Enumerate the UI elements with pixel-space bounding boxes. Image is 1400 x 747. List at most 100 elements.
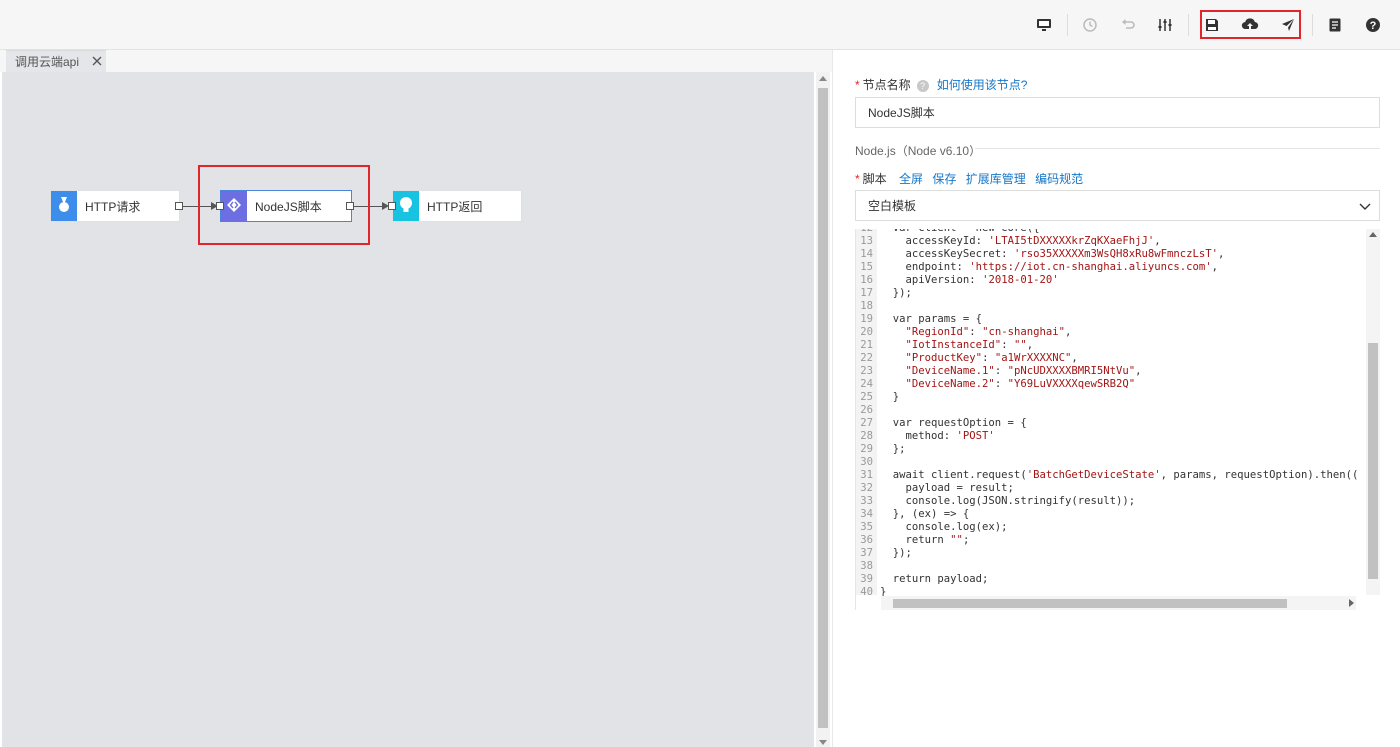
code-text: var client = new Core({	[880, 229, 1040, 234]
editor-vertical-scrollbar[interactable]	[1366, 229, 1380, 595]
code-text: accessKeySecret: 'rso35XXXXXm3WsQH8xRu8w…	[880, 248, 1225, 260]
template-select-value: 空白模板	[868, 199, 917, 213]
medal-icon	[57, 196, 71, 217]
line-number: 35	[860, 521, 873, 533]
fullscreen-link[interactable]: 全屏	[899, 172, 923, 186]
node-icon-bg	[51, 191, 77, 221]
scrollbar-thumb[interactable]	[1368, 343, 1378, 579]
node-highlight-box	[198, 165, 370, 245]
line-number: 18	[860, 300, 873, 312]
node-icon-bg	[393, 191, 419, 221]
required-mark: *	[855, 172, 860, 186]
code-line: 37 });	[856, 547, 1366, 560]
code-text: await client.request('BatchGetDeviceStat…	[880, 469, 1359, 481]
node-label: HTTP返回	[427, 199, 483, 214]
code-text: apiVersion: '2018-01-20'	[880, 274, 1059, 286]
code-line: 31 await client.request('BatchGetDeviceS…	[856, 469, 1366, 482]
send-icon[interactable]	[1277, 14, 1299, 36]
line-number: 26	[860, 404, 873, 416]
tab-label: 调用云端api	[15, 55, 80, 69]
scrollbar-thumb[interactable]	[818, 88, 828, 728]
node-name-label-row: * 节点名称? 如何使用该节点?	[855, 76, 1027, 93]
flow-node-http-request[interactable]: HTTP请求	[50, 190, 180, 222]
svg-text:?: ?	[1370, 20, 1377, 32]
line-number: 32	[860, 482, 873, 494]
node-name-input[interactable]: NodeJS脚本	[855, 97, 1380, 128]
save-link[interactable]: 保存	[932, 172, 956, 186]
line-number: 13	[860, 235, 873, 247]
line-number: 14	[860, 248, 873, 260]
code-line: 29 };	[856, 443, 1366, 456]
code-line: 24 "DeviceName.2": "Y69LuVXXXXqewSRB2Q"	[856, 378, 1366, 391]
scroll-up-icon[interactable]	[819, 76, 827, 81]
save-icon[interactable]	[1201, 14, 1223, 36]
flow-node-http-response[interactable]: HTTP返回	[392, 190, 522, 222]
code-line: 22 "ProductKey": "a1WrXXXXNC",	[856, 352, 1366, 365]
cloud-upload-icon[interactable]	[1239, 14, 1261, 36]
code-text: "DeviceName.1": "pNcUDXXXXBMRI5NtVu",	[905, 365, 1142, 377]
code-line: 23 "DeviceName.1": "pNcUDXXXXBMRI5NtVu",	[856, 365, 1366, 378]
line-number: 19	[860, 313, 873, 325]
code-editor[interactable]: 12 var client = new Core({13 accessKeyId…	[855, 229, 1380, 610]
chevron-down-icon	[1359, 200, 1371, 212]
scroll-right-icon[interactable]	[1349, 599, 1354, 607]
line-number: 28	[860, 430, 873, 442]
scroll-down-icon[interactable]	[819, 740, 827, 745]
code-text: accessKeyId: 'LTAI5tDXXXXXkrZqKXaeFhjJ',	[880, 235, 1161, 247]
template-select[interactable]: 空白模板	[855, 190, 1380, 221]
code-text: console.log(ex);	[880, 521, 1008, 533]
code-text: method: 'POST'	[880, 430, 995, 442]
toolbar-divider	[1067, 14, 1068, 36]
code-line: 33 console.log(JSON.stringify(result));	[856, 495, 1366, 508]
code-text: }	[880, 391, 900, 403]
code-text: "IotInstanceId": "",	[905, 339, 1034, 351]
node-input-port[interactable]	[388, 202, 396, 210]
script-label: 脚本	[862, 172, 887, 186]
code-text: }, (ex) => {	[880, 508, 970, 520]
script-label-row: * 脚本 全屏 保存 扩展库管理 编码规范	[855, 170, 1083, 187]
code-text: return payload;	[880, 573, 989, 585]
node-output-port[interactable]	[175, 202, 183, 210]
editor-horizontal-scrollbar[interactable]	[881, 596, 1356, 610]
code-line: 14 accessKeySecret: 'rso35XXXXXm3WsQH8xR…	[856, 248, 1366, 261]
code-text: console.log(JSON.stringify(result));	[880, 495, 1136, 507]
scrollbar-thumb[interactable]	[893, 599, 1287, 608]
history-icon[interactable]	[1079, 14, 1101, 36]
line-number: 23	[860, 365, 873, 377]
code-line: 25 }	[856, 391, 1366, 404]
code-line: 36 return "";	[856, 534, 1366, 547]
code-text: return "";	[880, 534, 970, 546]
code-line: 32 payload = result;	[856, 482, 1366, 495]
code-line: 17 });	[856, 287, 1366, 300]
library-manage-link[interactable]: 扩展库管理	[966, 172, 1026, 186]
document-icon[interactable]	[1324, 14, 1346, 36]
code-line: 28 method: 'POST'	[856, 430, 1366, 443]
code-lines: 12 var client = new Core({13 accessKeyId…	[856, 229, 1366, 598]
help-icon[interactable]: ?	[1362, 14, 1384, 36]
settings-sliders-icon[interactable]	[1154, 14, 1176, 36]
code-text: endpoint: 'https://iot.cn-shanghai.aliyu…	[880, 261, 1219, 273]
code-line: 21 "IotInstanceId": "",	[856, 339, 1366, 352]
monitor-icon[interactable]	[1033, 14, 1055, 36]
coding-standard-link[interactable]: 编码规范	[1035, 172, 1083, 186]
code-line: 18	[856, 300, 1366, 313]
help-link[interactable]: 如何使用该节点?	[937, 78, 1028, 92]
code-text: "ProductKey": "a1WrXXXXNC",	[905, 352, 1078, 364]
code-line: 16 apiVersion: '2018-01-20'	[856, 274, 1366, 287]
close-icon[interactable]	[91, 55, 105, 69]
line-number: 31	[860, 469, 873, 481]
node-label: HTTP请求	[85, 199, 141, 214]
flow-canvas[interactable]: HTTP请求 NodeJS脚本 HTTP返回	[2, 72, 814, 747]
line-number: 30	[860, 456, 873, 468]
canvas-scrollbar[interactable]	[816, 72, 830, 747]
line-number: 37	[860, 547, 873, 559]
code-text: var params = {	[880, 313, 983, 325]
code-text: });	[880, 287, 912, 299]
question-circle-icon[interactable]: ?	[916, 79, 929, 92]
line-number: 33	[860, 495, 873, 507]
scroll-up-icon[interactable]	[1369, 232, 1377, 237]
code-text: "RegionId": "cn-shanghai",	[905, 326, 1072, 338]
top-toolbar: ?	[0, 0, 1400, 50]
undo-icon[interactable]	[1117, 14, 1139, 36]
code-line: 30	[856, 456, 1366, 469]
